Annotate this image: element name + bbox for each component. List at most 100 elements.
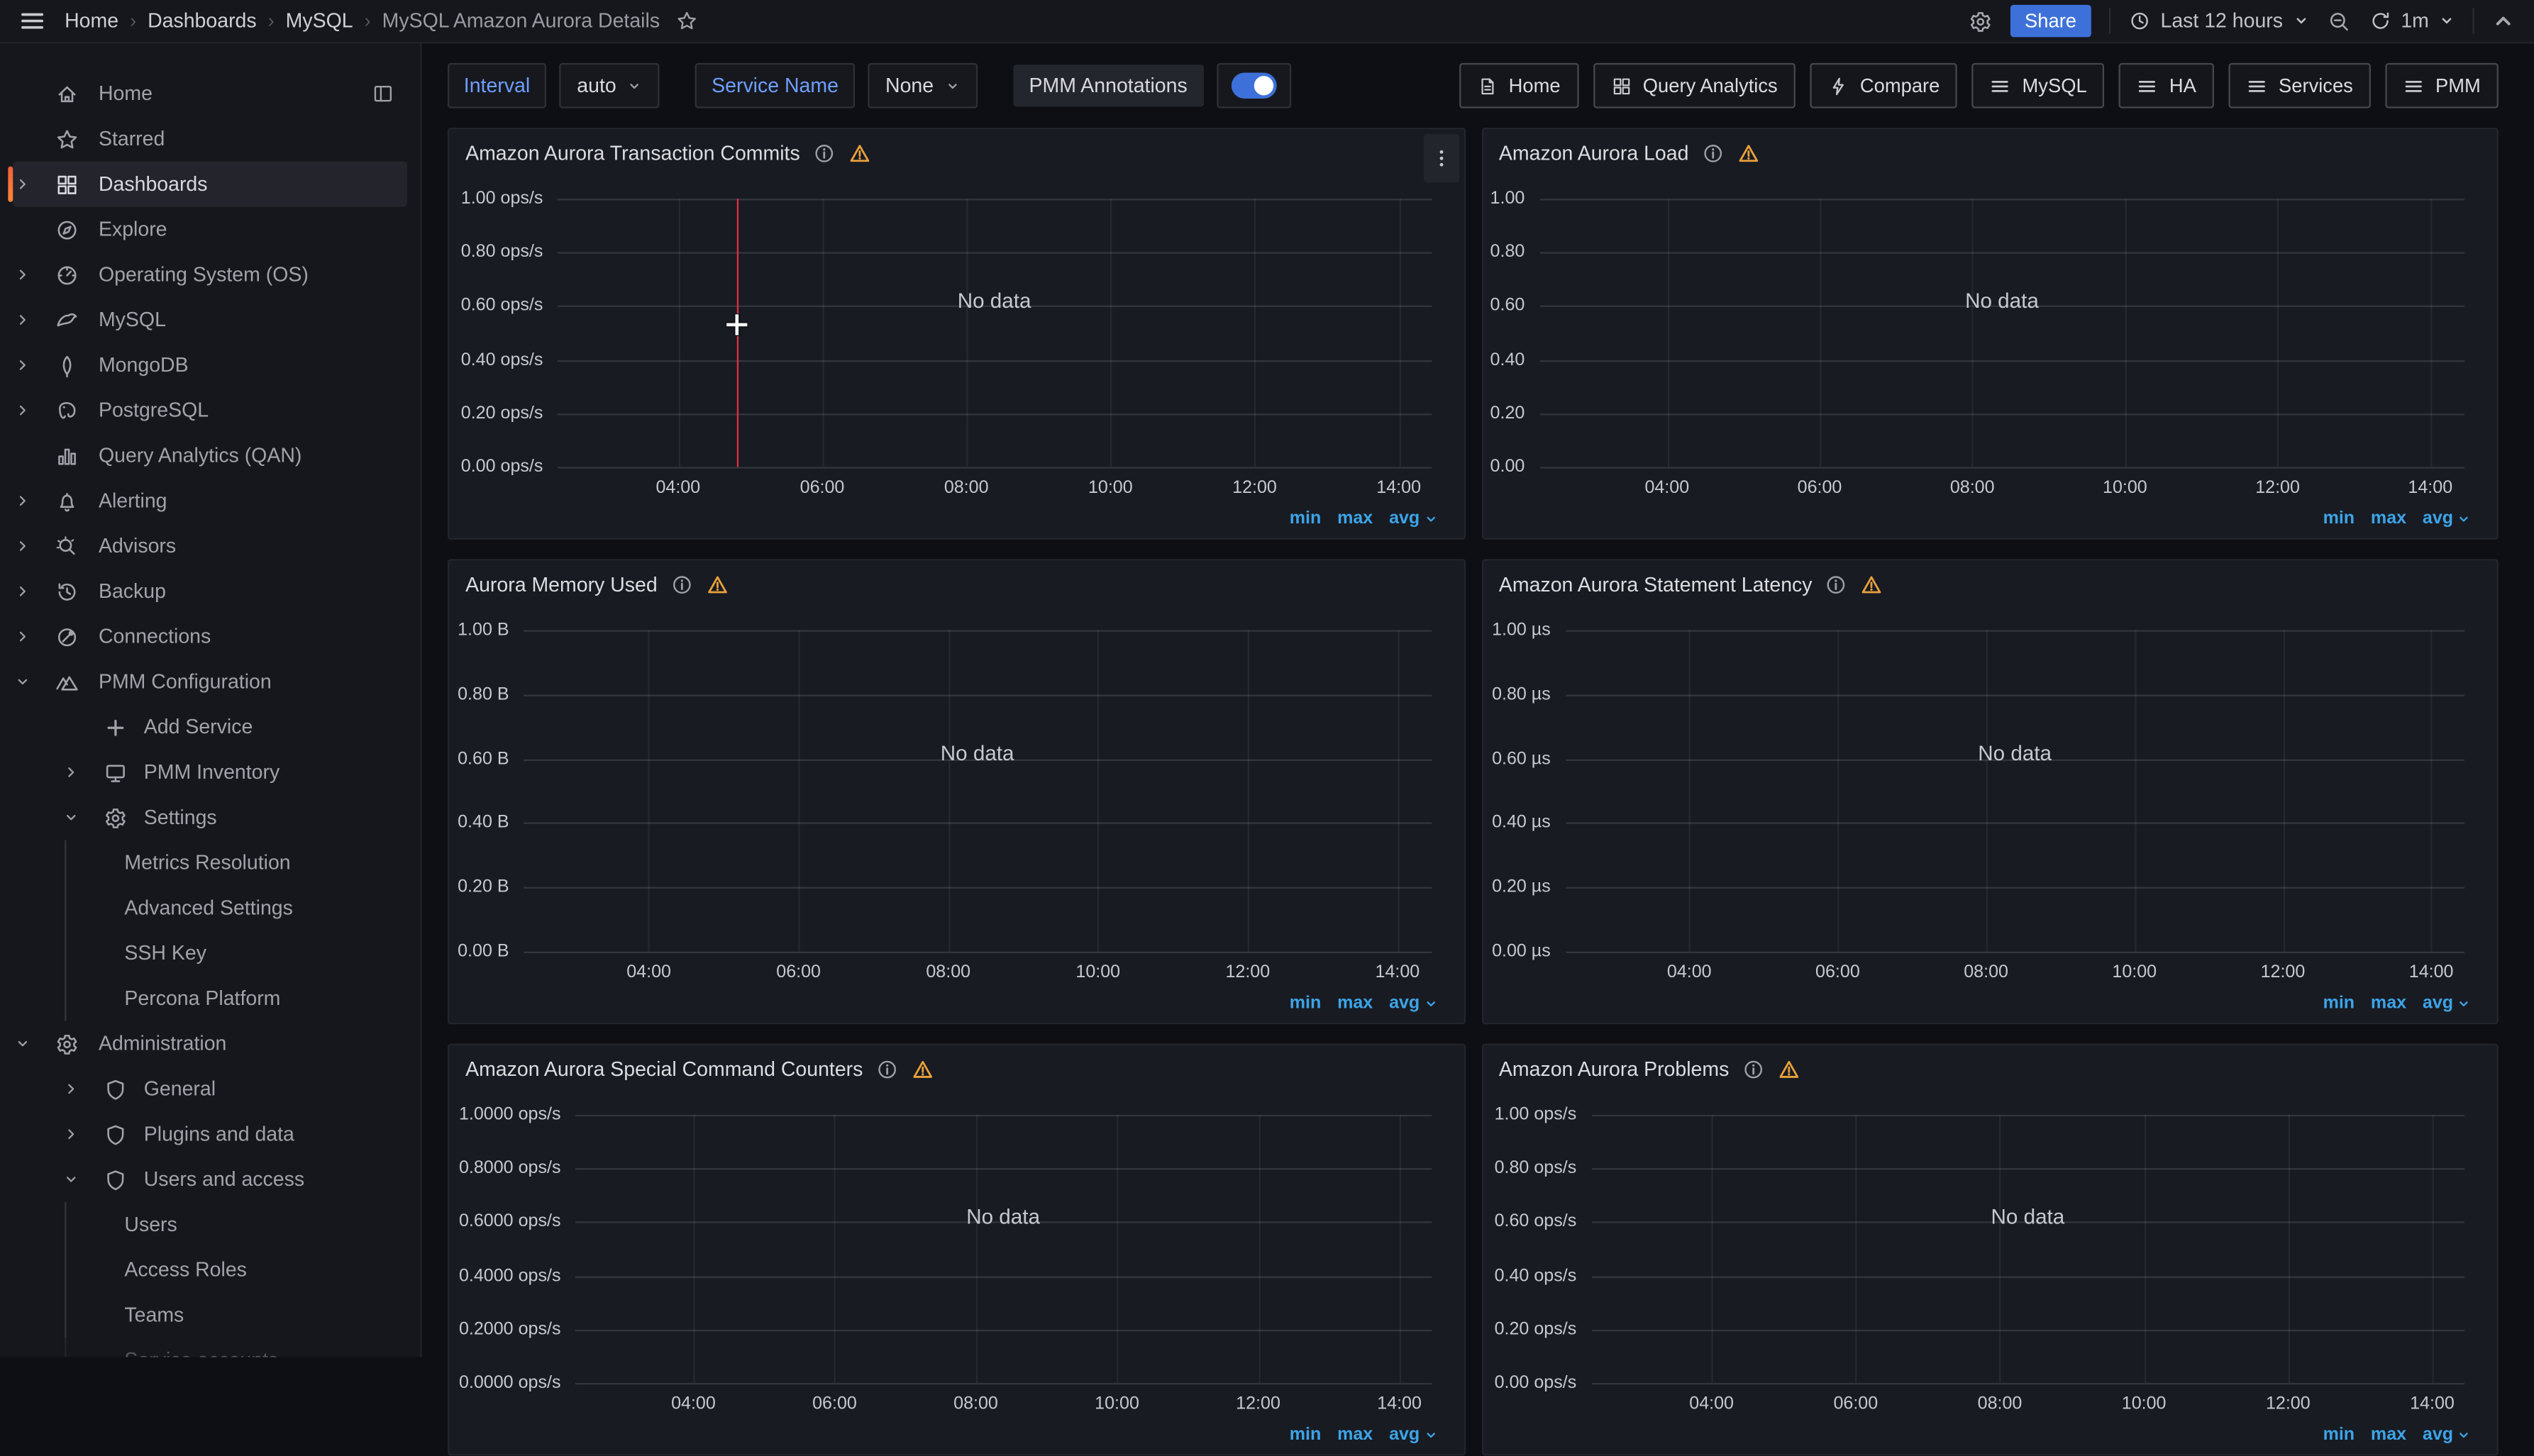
chevron-right-icon[interactable] xyxy=(15,583,31,599)
sidebar-item-settings[interactable]: Settings xyxy=(13,795,407,840)
panel-title[interactable]: Amazon Aurora Load xyxy=(1499,142,1689,165)
panel-menu-button[interactable] xyxy=(1423,134,1459,182)
chevron-right-icon[interactable] xyxy=(15,538,31,555)
panel-title[interactable]: Amazon Aurora Problems xyxy=(1499,1058,1729,1081)
panel-warning-icon[interactable] xyxy=(912,1058,934,1081)
annotation-line[interactable] xyxy=(736,199,738,467)
sidebar-item-starred[interactable]: Starred xyxy=(13,116,407,162)
chevron-down-icon[interactable] xyxy=(63,1172,79,1188)
zoom-out-icon[interactable] xyxy=(2327,9,2351,33)
legend-min[interactable]: min xyxy=(2323,1425,2355,1444)
favorite-star-icon[interactable] xyxy=(676,10,699,33)
breadcrumb-item[interactable]: Home xyxy=(65,10,118,33)
panel-info-icon[interactable] xyxy=(1742,1058,1765,1081)
panel-warning-icon[interactable] xyxy=(848,142,871,165)
panel-info-icon[interactable] xyxy=(670,574,693,596)
dashboard-link-home[interactable]: Home xyxy=(1459,63,1578,109)
sidebar-item-administration[interactable]: Administration xyxy=(13,1021,407,1067)
legend-avg[interactable]: avg xyxy=(2423,994,2471,1013)
sidebar-item-home[interactable]: Home xyxy=(13,71,407,116)
panel-warning-icon[interactable] xyxy=(1778,1058,1800,1081)
sidebar-item-backup[interactable]: Backup xyxy=(13,569,407,614)
dashboard-link-services[interactable]: Services xyxy=(2228,63,2371,109)
panel-title[interactable]: Amazon Aurora Transaction Commits xyxy=(465,142,800,165)
legend-min[interactable]: min xyxy=(2323,509,2355,528)
sidebar-item-service-accounts[interactable]: Service accounts xyxy=(13,1338,407,1357)
chevron-right-icon[interactable] xyxy=(63,1126,79,1143)
panel-title[interactable]: Amazon Aurora Special Command Counters xyxy=(465,1058,863,1081)
chevron-right-icon[interactable] xyxy=(15,176,31,192)
refresh-picker[interactable]: 1m xyxy=(2369,10,2455,33)
legend-min[interactable]: min xyxy=(1290,509,1322,528)
legend-max[interactable]: max xyxy=(2371,994,2406,1013)
sidebar-item-query-analytics-qan[interactable]: Query Analytics (QAN) xyxy=(13,433,407,479)
legend-avg[interactable]: avg xyxy=(2423,1425,2471,1444)
sidebar-item-explore[interactable]: Explore xyxy=(13,207,407,252)
sidebar-item-advanced-settings[interactable]: Advanced Settings xyxy=(13,885,407,930)
sidebar-item-percona-platform[interactable]: Percona Platform xyxy=(13,976,407,1021)
sidebar-item-mongodb[interactable]: MongoDB xyxy=(13,343,407,388)
chevron-right-icon[interactable] xyxy=(63,1081,79,1097)
legend-min[interactable]: min xyxy=(1290,994,1322,1013)
chevron-right-icon[interactable] xyxy=(15,628,31,645)
chevron-right-icon[interactable] xyxy=(15,402,31,418)
breadcrumb-item[interactable]: Dashboards xyxy=(148,10,257,33)
chevron-right-icon[interactable] xyxy=(15,493,31,509)
legend-max[interactable]: max xyxy=(1337,994,1373,1013)
service-name-variable-select[interactable]: None xyxy=(868,63,978,109)
menu-icon[interactable] xyxy=(19,8,45,33)
dashboard-settings-gear-icon[interactable] xyxy=(1968,9,1992,33)
time-range-picker[interactable]: Last 12 hours xyxy=(2128,10,2309,33)
interval-variable-select[interactable]: auto xyxy=(559,63,660,109)
chevron-right-icon[interactable] xyxy=(15,312,31,328)
dashboard-link-mysql[interactable]: MySQL xyxy=(1972,63,2105,109)
sidebar-item-alerting[interactable]: Alerting xyxy=(13,478,407,523)
share-button[interactable]: Share xyxy=(2010,5,2091,38)
sidebar-item-pmm-configuration[interactable]: PMM Configuration xyxy=(13,659,407,704)
sidebar-item-users[interactable]: Users xyxy=(13,1202,407,1247)
panel-title[interactable]: Amazon Aurora Statement Latency xyxy=(1499,574,1813,596)
sidebar-item-users-and-access[interactable]: Users and access xyxy=(13,1157,407,1202)
sidebar-item-access-roles[interactable]: Access Roles xyxy=(13,1247,407,1293)
sidebar-item-advisors[interactable]: Advisors xyxy=(13,523,407,569)
legend-max[interactable]: max xyxy=(2371,509,2406,528)
sidebar-item-mysql[interactable]: MySQL xyxy=(13,297,407,343)
panel-warning-icon[interactable] xyxy=(1737,142,1760,165)
panel-info-icon[interactable] xyxy=(813,142,836,165)
legend-avg[interactable]: avg xyxy=(2423,509,2471,528)
sidebar-item-postgresql[interactable]: PostgreSQL xyxy=(13,388,407,433)
breadcrumb-item[interactable]: MySQL xyxy=(286,10,353,33)
chevron-down-icon[interactable] xyxy=(15,1035,31,1052)
sidebar-item-pmm-inventory[interactable]: PMM Inventory xyxy=(13,750,407,795)
legend-min[interactable]: min xyxy=(1290,1425,1322,1444)
sidebar-item-add-service[interactable]: Add Service xyxy=(13,704,407,750)
chevron-right-icon[interactable] xyxy=(15,267,31,283)
panel-title[interactable]: Aurora Memory Used xyxy=(465,574,658,596)
panel-info-icon[interactable] xyxy=(1825,574,1848,596)
sidebar-item-metrics-resolution[interactable]: Metrics Resolution xyxy=(13,840,407,886)
panel-info-icon[interactable] xyxy=(876,1058,899,1081)
chevron-right-icon[interactable] xyxy=(15,357,31,373)
sidebar-item-ssh-key[interactable]: SSH Key xyxy=(13,930,407,976)
sidebar-item-connections[interactable]: Connections xyxy=(13,614,407,660)
panel-warning-icon[interactable] xyxy=(706,574,729,596)
dashboard-link-ha[interactable]: HA xyxy=(2119,63,2214,109)
dashboard-link-query-analytics[interactable]: Query Analytics xyxy=(1593,63,1796,109)
pmm-annotations-toggle[interactable] xyxy=(1217,63,1291,109)
dashboard-link-pmm[interactable]: PMM xyxy=(2385,63,2498,109)
chevron-down-icon[interactable] xyxy=(63,809,79,826)
legend-max[interactable]: max xyxy=(1337,509,1373,528)
chevron-right-icon[interactable] xyxy=(63,765,79,781)
sidebar-item-teams[interactable]: Teams xyxy=(13,1292,407,1338)
legend-max[interactable]: max xyxy=(1337,1425,1373,1444)
panel-info-icon[interactable] xyxy=(1702,142,1725,165)
legend-min[interactable]: min xyxy=(2323,994,2355,1013)
legend-max[interactable]: max xyxy=(2371,1425,2406,1444)
legend-avg[interactable]: avg xyxy=(1389,994,1437,1013)
chevron-down-icon[interactable] xyxy=(15,674,31,690)
sidebar-item-dashboards[interactable]: Dashboards xyxy=(13,162,407,207)
collapse-topbar-caret-icon[interactable] xyxy=(2492,10,2515,33)
panel-collapse-icon[interactable] xyxy=(372,82,394,105)
dashboard-link-compare[interactable]: Compare xyxy=(1810,63,1957,109)
panel-warning-icon[interactable] xyxy=(1861,574,1883,596)
